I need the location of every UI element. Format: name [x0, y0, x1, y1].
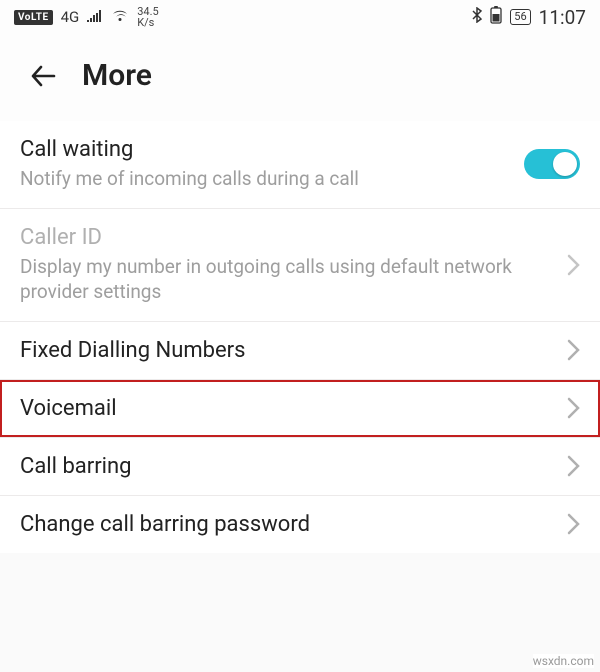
change-password-title: Change call barring password: [20, 512, 548, 537]
signal-icon: [87, 8, 103, 26]
speed-unit: K/s: [137, 17, 158, 28]
caller-id-subtitle: Display my number in outgoing calls usin…: [20, 254, 548, 305]
row-voicemail[interactable]: Voicemail: [0, 380, 600, 438]
status-right: 56 11:07: [472, 6, 586, 29]
toggle-knob: [553, 152, 577, 176]
settings-list: Call waiting Notify me of incoming calls…: [0, 121, 600, 553]
arrow-left-icon: [28, 61, 58, 91]
battery-level: 56: [510, 9, 530, 25]
chevron-right-icon: [566, 396, 580, 420]
app-header: More: [0, 34, 600, 121]
chevron-right-icon: [566, 454, 580, 478]
page-title: More: [82, 58, 152, 93]
status-left: VoLTE 4G 34.5 K/s: [14, 6, 159, 28]
network-speed: 34.5 K/s: [137, 6, 158, 28]
fixed-dialling-title: Fixed Dialling Numbers: [20, 338, 548, 363]
bluetooth-icon: [472, 7, 482, 27]
back-button[interactable]: [28, 61, 58, 91]
wifi-icon: [111, 8, 129, 26]
caller-id-title: Caller ID: [20, 225, 548, 250]
chevron-right-icon: [566, 512, 580, 536]
voicemail-title: Voicemail: [20, 396, 548, 421]
chevron-right-icon: [566, 253, 580, 277]
call-barring-title: Call barring: [20, 454, 548, 479]
row-call-waiting[interactable]: Call waiting Notify me of incoming calls…: [0, 121, 600, 209]
mobile-network-label: 4G: [61, 8, 80, 26]
row-call-barring[interactable]: Call barring: [0, 438, 600, 496]
watermark: wsxdn.com: [533, 654, 594, 668]
clock: 11:07: [539, 6, 586, 29]
call-waiting-toggle[interactable]: [524, 149, 580, 179]
chevron-right-icon: [566, 338, 580, 362]
row-change-call-barring-password[interactable]: Change call barring password: [0, 496, 600, 553]
battery-icon: [490, 6, 502, 28]
row-fixed-dialling[interactable]: Fixed Dialling Numbers: [0, 322, 600, 380]
row-caller-id[interactable]: Caller ID Display my number in outgoing …: [0, 209, 600, 322]
call-waiting-title: Call waiting: [20, 137, 506, 162]
status-bar: VoLTE 4G 34.5 K/s 56 11:07: [0, 0, 600, 34]
call-waiting-subtitle: Notify me of incoming calls during a cal…: [20, 166, 506, 192]
volte-badge: VoLTE: [14, 10, 53, 25]
